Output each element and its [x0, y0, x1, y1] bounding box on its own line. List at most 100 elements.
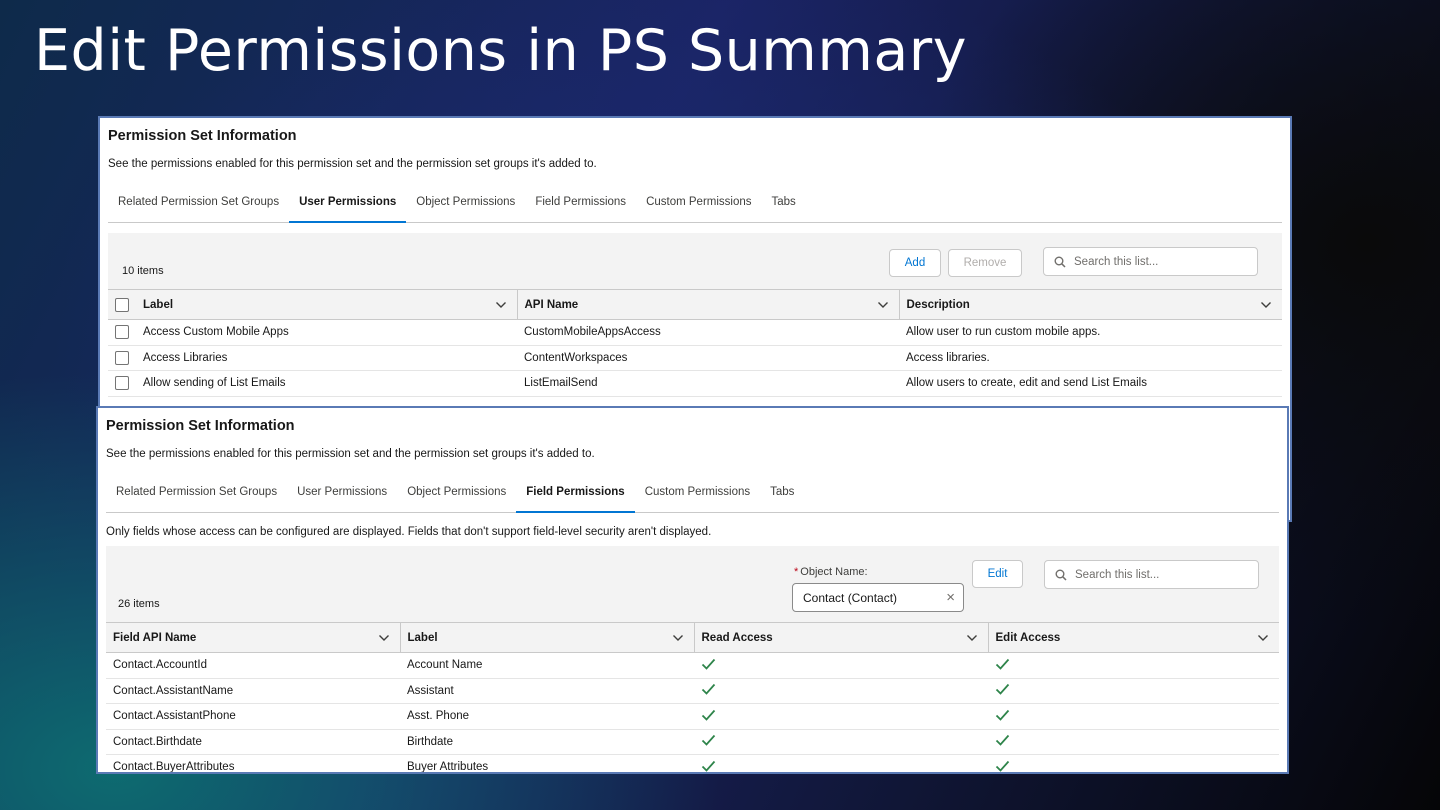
tab-tabs[interactable]: Tabs — [762, 196, 806, 222]
search-icon — [1055, 569, 1067, 581]
remove-button[interactable]: Remove — [948, 249, 1022, 277]
label-cell: Asst. Phone — [400, 703, 694, 730]
tab-user-permissions[interactable]: User Permissions — [289, 196, 407, 223]
checkmark-icon — [995, 684, 1010, 698]
tab-field-permissions[interactable]: Field Permissions — [525, 196, 636, 222]
field-api-name-cell: Contact.Birthdate — [106, 729, 400, 755]
table-row: Contact.AccountId Account Name — [106, 652, 1279, 679]
column-header-text: Label — [407, 631, 438, 644]
table-row: Contact.BuyerAttributes Buyer Attributes — [106, 754, 1279, 772]
field-permissions-table: Field API Name Label Read Access Edit Ac… — [106, 622, 1279, 772]
api-name-cell: ContentWorkspaces — [517, 345, 899, 371]
edit-button[interactable]: Edit — [972, 560, 1023, 588]
checkmark-icon — [701, 760, 716, 772]
column-header-text: Label — [143, 298, 174, 311]
list-toolbar: 26 items * Object Name: Contact (Contact)… — [106, 546, 1279, 622]
tab-bar: Related Permission Set Groups User Permis… — [108, 196, 1282, 223]
column-header-text: Read Access — [701, 631, 773, 644]
chevron-down-icon[interactable] — [1260, 299, 1272, 311]
tab-related-permission-set-groups[interactable]: Related Permission Set Groups — [108, 196, 289, 222]
label-cell: Account Name — [400, 652, 694, 679]
column-header-text: Field API Name — [113, 631, 197, 644]
chevron-down-icon[interactable] — [495, 299, 507, 311]
checkmark-icon — [701, 658, 716, 673]
tab-related-permission-set-groups[interactable]: Related Permission Set Groups — [106, 486, 287, 512]
field-api-name-cell: Contact.BuyerAttributes — [106, 754, 400, 772]
checkmark-icon — [701, 735, 716, 749]
column-header-label[interactable]: Label — [108, 289, 517, 320]
panel-title: Permission Set Information — [106, 418, 295, 434]
field-api-name-cell: Contact.AssistantPhone — [106, 703, 400, 730]
checkmark-icon — [701, 684, 716, 698]
chevron-down-icon[interactable] — [877, 299, 889, 311]
chevron-down-icon[interactable] — [1257, 632, 1269, 644]
checkmark-icon — [995, 658, 1010, 673]
edit-access-cell — [988, 678, 1279, 704]
table-row: Access Libraries ContentWorkspaces Access … — [108, 345, 1282, 371]
column-header-api-name[interactable]: API Name — [516, 289, 899, 320]
column-header-text: Description — [906, 298, 970, 311]
search-placeholder: Search this list... — [1075, 568, 1160, 581]
clear-icon[interactable]: × — [946, 589, 955, 606]
search-input[interactable]: Search this list... — [1043, 247, 1258, 276]
checkmark-icon — [995, 760, 1010, 772]
row-checkbox[interactable] — [115, 325, 129, 340]
checkmark-icon — [995, 709, 1010, 724]
item-count: 10 items — [122, 265, 164, 277]
read-access-cell — [694, 678, 988, 704]
checkmark-icon — [701, 709, 716, 724]
table-row: Contact.AssistantName Assistant — [106, 678, 1279, 704]
label-text: Allow sending of List Emails — [143, 377, 286, 390]
list-toolbar: 10 items Add Remove Search this list... — [108, 233, 1282, 289]
description-cell: Allow users to create, edit and send Lis… — [899, 370, 1282, 397]
object-name-combobox[interactable]: Contact (Contact) × — [792, 583, 964, 612]
table-row: Contact.Birthdate Birthdate — [106, 729, 1279, 755]
column-header-read-access[interactable]: Read Access — [693, 622, 988, 653]
add-button[interactable]: Add — [889, 249, 941, 277]
column-header-description[interactable]: Description — [898, 289, 1282, 320]
tab-custom-permissions[interactable]: Custom Permissions — [636, 196, 761, 222]
row-checkbox[interactable] — [115, 350, 129, 365]
table-row: Allow sending of List Emails ListEmailSen… — [108, 370, 1282, 397]
field-api-name-cell: Contact.AccountId — [106, 652, 400, 679]
tab-custom-permissions[interactable]: Custom Permissions — [635, 486, 760, 512]
label-cell: Access Libraries — [108, 345, 517, 371]
column-header-text: API Name — [524, 298, 579, 311]
edit-access-cell — [988, 652, 1279, 679]
column-header-edit-access[interactable]: Edit Access — [987, 622, 1279, 653]
label-cell: Birthdate — [400, 729, 694, 755]
read-access-cell — [694, 754, 988, 772]
chevron-down-icon[interactable] — [378, 632, 390, 644]
panel-subtitle: See the permissions enabled for this per… — [108, 158, 597, 170]
label-cell: Assistant — [400, 678, 694, 704]
edit-access-cell — [988, 703, 1279, 730]
tab-user-permissions[interactable]: User Permissions — [287, 486, 397, 512]
tab-object-permissions[interactable]: Object Permissions — [406, 196, 525, 222]
object-name-label: * Object Name: — [794, 566, 868, 578]
object-name-value: Contact (Contact) — [803, 590, 898, 605]
description-cell: Allow user to run custom mobile apps. — [899, 319, 1282, 346]
select-all-checkbox[interactable] — [115, 297, 129, 312]
label-text: Access Custom Mobile Apps — [143, 326, 289, 339]
read-access-cell — [694, 729, 988, 755]
chevron-down-icon[interactable] — [672, 632, 684, 644]
label-text: Access Libraries — [143, 351, 228, 364]
checkmark-icon — [995, 735, 1010, 749]
column-header-text: Edit Access — [995, 631, 1061, 644]
search-input[interactable]: Search this list... — [1044, 560, 1259, 589]
label-cell: Access Custom Mobile Apps — [108, 319, 517, 346]
field-permissions-panel: Permission Set Information See the permi… — [96, 406, 1289, 774]
tab-field-permissions[interactable]: Field Permissions — [516, 486, 636, 513]
search-placeholder: Search this list... — [1074, 255, 1159, 268]
row-checkbox[interactable] — [115, 376, 129, 391]
column-header-field-api-name[interactable]: Field API Name — [106, 622, 400, 653]
tab-tabs[interactable]: Tabs — [760, 486, 804, 512]
read-access-cell — [694, 652, 988, 679]
tab-bar: Related Permission Set Groups User Permis… — [106, 486, 1279, 513]
api-name-cell: ListEmailSend — [517, 370, 899, 397]
column-header-label[interactable]: Label — [399, 622, 694, 653]
chevron-down-icon[interactable] — [966, 632, 978, 644]
tab-object-permissions[interactable]: Object Permissions — [397, 486, 516, 512]
object-name-label-text: Object Name: — [800, 566, 868, 578]
api-name-cell: CustomMobileAppsAccess — [517, 319, 899, 346]
